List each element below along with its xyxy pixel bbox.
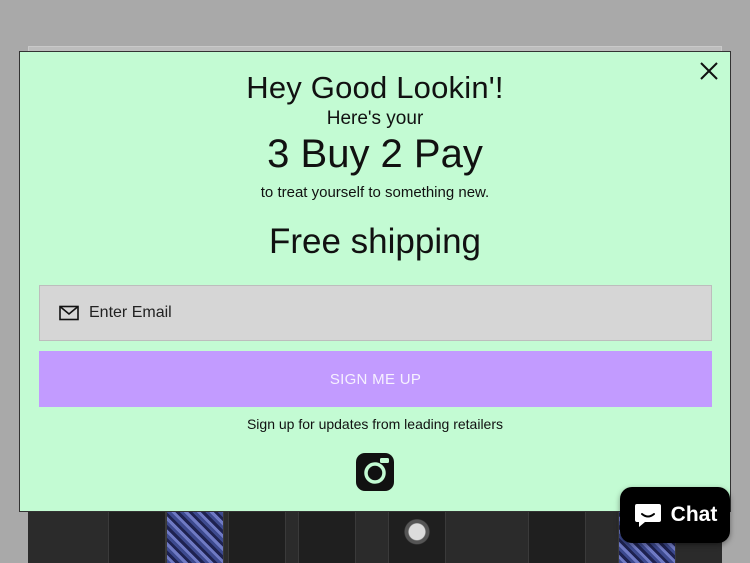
sign-up-button[interactable]: SIGN ME UP xyxy=(39,351,712,407)
newsletter-popup: Hey Good Lookin'! Here's your 3 Buy 2 Pa… xyxy=(19,51,731,512)
email-field-container xyxy=(39,285,712,341)
chat-bubble-icon xyxy=(634,504,661,527)
chat-button[interactable]: Chat xyxy=(620,487,730,543)
popup-headline: Hey Good Lookin'! xyxy=(246,70,504,105)
product-deck xyxy=(388,511,446,563)
email-field[interactable] xyxy=(89,304,711,322)
chat-label: Chat xyxy=(670,503,718,526)
popup-subline: Here's your xyxy=(326,108,424,129)
popup-shipping: Free shipping xyxy=(268,222,482,261)
product-deck xyxy=(166,511,224,563)
product-deck xyxy=(298,511,356,563)
popup-tagline: to treat yourself to something new. xyxy=(260,184,490,201)
background-product-image xyxy=(28,511,722,563)
instagram-icon[interactable] xyxy=(356,453,394,491)
product-deck xyxy=(108,511,166,563)
mail-icon xyxy=(59,305,79,321)
popup-offer: 3 Buy 2 Pay xyxy=(267,132,483,176)
popup-disclaimer: Sign up for updates from leading retaile… xyxy=(246,416,504,432)
product-deck xyxy=(228,511,286,563)
product-deck xyxy=(528,511,586,563)
